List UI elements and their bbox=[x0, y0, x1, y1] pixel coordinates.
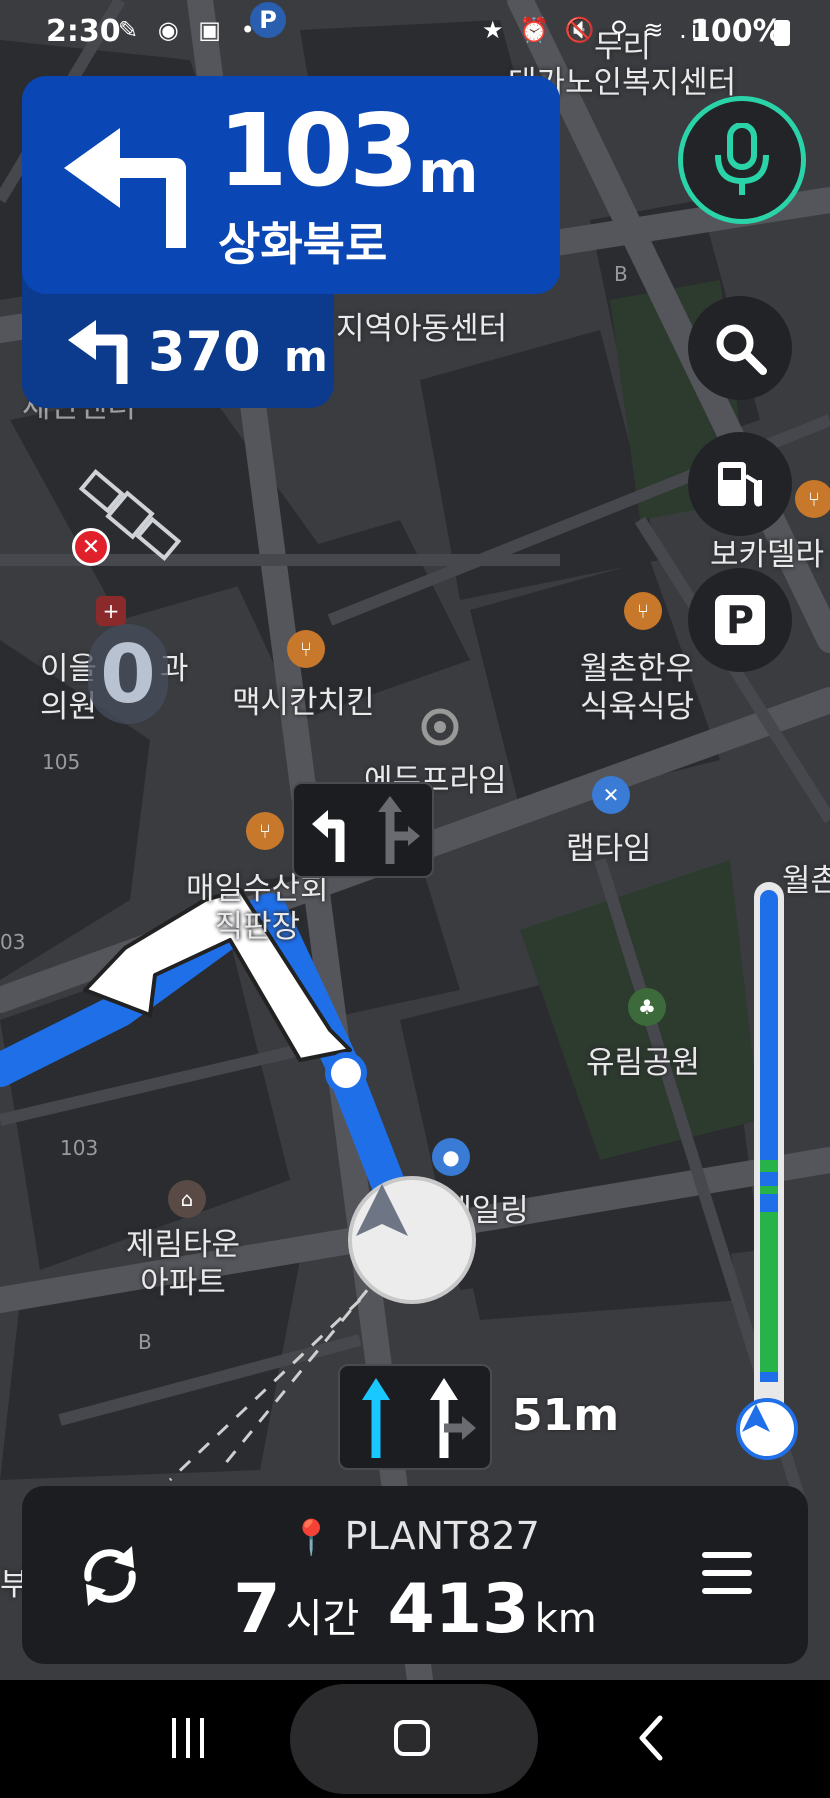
turn-instruction-card[interactable]: 103 m 상화북로 bbox=[22, 76, 560, 294]
voice-command-button[interactable] bbox=[678, 96, 806, 224]
map-label: 월촌한우 식육식당 bbox=[580, 651, 695, 725]
microphone-icon bbox=[715, 123, 769, 195]
map-label: 랩타임 bbox=[566, 831, 652, 867]
location-pin-icon: 📍 bbox=[290, 1518, 333, 1558]
eta-row: 7 시간 413 km bbox=[22, 1570, 808, 1649]
building-number: 105 bbox=[42, 750, 81, 774]
repair-icon[interactable]: ✕ bbox=[592, 776, 630, 814]
restaurant-icon[interactable]: ⑂ bbox=[795, 480, 830, 518]
lane-left-arrow bbox=[312, 810, 328, 838]
parking-icon: P bbox=[715, 595, 765, 645]
destination-row: 📍 PLANT827 bbox=[22, 1514, 808, 1558]
vehicle-position-marker bbox=[348, 1176, 476, 1304]
back-button[interactable] bbox=[636, 1714, 666, 1762]
progress-traffic-segment bbox=[760, 1160, 778, 1172]
menu-icon[interactable] bbox=[702, 1552, 752, 1594]
speed-badge: 0 bbox=[88, 624, 168, 724]
turn-left-icon bbox=[68, 320, 128, 384]
map-label: 맥시칸치킨 bbox=[232, 685, 375, 721]
map-label: 유림공원 bbox=[586, 1045, 701, 1081]
parking-map-icon: P bbox=[250, 2, 286, 38]
lane-straight-arrow bbox=[362, 1378, 390, 1400]
map-label: 제림타운 아파트 bbox=[126, 1227, 241, 1301]
system-navigation-bar bbox=[0, 1680, 830, 1798]
progress-position-icon bbox=[736, 1398, 798, 1460]
progress-traffic-segment bbox=[760, 1212, 778, 1372]
apartment-icon[interactable]: ⌂ bbox=[168, 1180, 206, 1218]
map-label: 지역아동센터 bbox=[336, 311, 508, 347]
building-number: 03 bbox=[0, 930, 26, 954]
status-bar: 2:30 ✎ ◉ ▣ • ★ ⏰ 🔇 ⚲ ≋ .ıl 100% bbox=[0, 0, 830, 66]
map-label: 매일수산회 직판장 bbox=[186, 871, 329, 945]
status-time: 2:30 bbox=[46, 14, 121, 49]
notification-icons: ✎ ◉ ▣ • bbox=[118, 16, 261, 44]
current-lane-guidance bbox=[338, 1364, 492, 1470]
recent-apps-button[interactable] bbox=[168, 1718, 210, 1758]
destination-name: PLANT827 bbox=[344, 1514, 540, 1558]
progress-traffic-segment bbox=[760, 1186, 778, 1194]
restaurant-icon[interactable]: ⑂ bbox=[246, 812, 284, 850]
lane-arrows bbox=[312, 796, 420, 864]
home-button[interactable] bbox=[290, 1684, 538, 1794]
parking-button[interactable]: P bbox=[688, 568, 792, 672]
route-progress-bar bbox=[754, 882, 784, 1422]
turn-distance: 103 bbox=[218, 92, 419, 209]
map-label: 월촌 bbox=[782, 863, 830, 899]
eta-hours: 7 bbox=[233, 1570, 281, 1649]
building-number: 103 bbox=[60, 1136, 99, 1160]
battery-icon bbox=[774, 20, 790, 46]
next-turn-unit: m bbox=[284, 332, 328, 381]
gas-station-button[interactable] bbox=[688, 432, 792, 536]
navigation-arrow-icon bbox=[356, 1184, 408, 1236]
turn-distance-unit: m bbox=[418, 138, 479, 206]
search-icon bbox=[716, 324, 767, 375]
hospital-icon[interactable]: + bbox=[96, 596, 126, 626]
turn-left-icon bbox=[64, 128, 186, 248]
remaining-distance: 413 bbox=[387, 1570, 530, 1649]
progress-traffic-segment bbox=[760, 1372, 778, 1382]
restaurant-icon[interactable]: ⑂ bbox=[624, 592, 662, 630]
map-label: 보카델라 bbox=[710, 537, 825, 573]
remaining-distance-unit: km bbox=[534, 1596, 597, 1642]
upcoming-lane-guidance bbox=[292, 782, 434, 878]
building-number: B bbox=[138, 1330, 152, 1354]
next-maneuver-distance: 51m bbox=[512, 1390, 620, 1441]
system-icons: ★ ⏰ 🔇 ⚲ ≋ .ıl bbox=[482, 16, 713, 44]
progress-traffic-segment bbox=[760, 1194, 778, 1212]
search-button[interactable] bbox=[688, 296, 792, 400]
restaurant-icon[interactable]: ⑂ bbox=[287, 630, 325, 668]
park-icon[interactable]: ♣ bbox=[628, 988, 666, 1026]
route-summary-panel[interactable]: 📍 PLANT827 7 시간 413 km bbox=[22, 1486, 808, 1664]
lane-arrows bbox=[362, 1378, 476, 1458]
route-waypoint-dot bbox=[325, 1052, 367, 1094]
progress-traffic-segment bbox=[760, 1172, 778, 1186]
home-icon bbox=[394, 1720, 430, 1756]
next-turn-distance: 370 bbox=[148, 320, 261, 383]
fuel-pump-icon bbox=[718, 462, 762, 507]
gps-error-icon: ✕ bbox=[72, 528, 110, 566]
progress-traffic-segment bbox=[760, 890, 778, 1160]
battery-level: 100% bbox=[690, 14, 783, 49]
building-number: B bbox=[614, 262, 628, 286]
turn-road-name: 상화북로 bbox=[218, 217, 388, 271]
eta-hours-unit: 시간 bbox=[285, 1596, 360, 1642]
car-icon[interactable]: ● bbox=[432, 1138, 470, 1176]
